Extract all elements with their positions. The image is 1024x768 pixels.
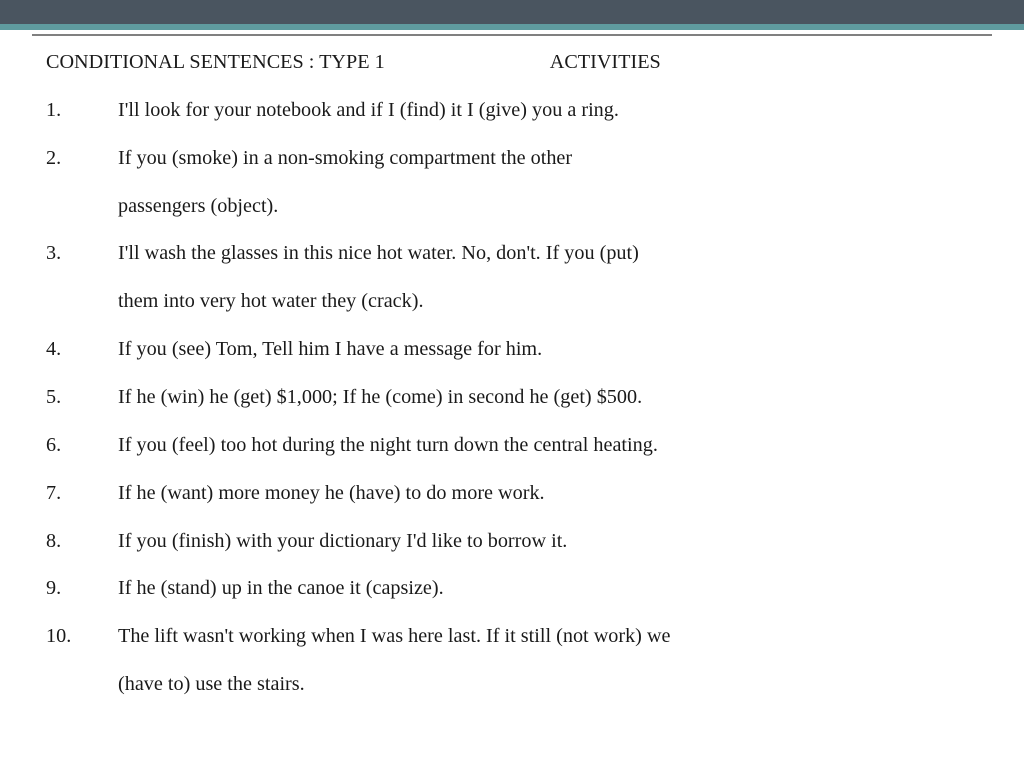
page-title: CONDITIONAL SENTENCES : TYPE 1: [46, 50, 385, 76]
item-text: If you (smoke) in a non-smoking compartm…: [118, 146, 978, 242]
item-text: The lift wasn't working when I was here …: [118, 624, 978, 720]
list-item: 10. The lift wasn't working when I was h…: [46, 624, 978, 720]
list-item: 4. If you (see) Tom, Tell him I have a m…: [46, 337, 978, 385]
item-number: 4.: [46, 337, 118, 363]
item-number: 9.: [46, 576, 118, 602]
item-line: If he (stand) up in the canoe it (capsiz…: [118, 576, 978, 602]
item-line: If you (see) Tom, Tell him I have a mess…: [118, 337, 978, 363]
item-line: If you (finish) with your dictionary I'd…: [118, 529, 978, 555]
item-line: them into very hot water they (crack).: [118, 289, 978, 315]
item-number: 7.: [46, 481, 118, 507]
item-number: 5.: [46, 385, 118, 411]
item-text: I'll look for your notebook and if I (fi…: [118, 98, 978, 146]
item-text: If you (finish) with your dictionary I'd…: [118, 529, 978, 577]
item-number: 3.: [46, 241, 118, 315]
item-text: If you (see) Tom, Tell him I have a mess…: [118, 337, 978, 385]
item-number: 10.: [46, 624, 118, 698]
item-line: The lift wasn't working when I was here …: [118, 624, 978, 650]
content-area: CONDITIONAL SENTENCES : TYPE 1 ACTIVITIE…: [0, 36, 1024, 720]
accent-stripe: [0, 24, 1024, 30]
item-line: If you (feel) too hot during the night t…: [118, 433, 978, 459]
item-number: 6.: [46, 433, 118, 459]
item-line: (have to) use the stairs.: [118, 672, 978, 698]
list-item: 7. If he (want) more money he (have) to …: [46, 481, 978, 529]
item-line: I'll look for your notebook and if I (fi…: [118, 98, 978, 124]
item-line: If he (win) he (get) $1,000; If he (come…: [118, 385, 978, 411]
list-item: 8. If you (finish) with your dictionary …: [46, 529, 978, 577]
slide: CONDITIONAL SENTENCES : TYPE 1 ACTIVITIE…: [0, 0, 1024, 768]
list-item: 2. If you (smoke) in a non-smoking compa…: [46, 146, 978, 242]
item-number: 2.: [46, 146, 118, 220]
item-text: If you (feel) too hot during the night t…: [118, 433, 978, 481]
item-text: If he (win) he (get) $1,000; If he (come…: [118, 385, 978, 433]
item-number: 8.: [46, 529, 118, 555]
list-item: 9. If he (stand) up in the canoe it (cap…: [46, 576, 978, 624]
item-number: 1.: [46, 98, 118, 124]
top-bar: [0, 0, 1024, 24]
list-item: 6. If you (feel) too hot during the nigh…: [46, 433, 978, 481]
item-line: If he (want) more money he (have) to do …: [118, 481, 978, 507]
item-line: passengers (object).: [118, 194, 978, 220]
item-text: If he (want) more money he (have) to do …: [118, 481, 978, 529]
list-item: 1. I'll look for your notebook and if I …: [46, 98, 978, 146]
item-line: If you (smoke) in a non-smoking compartm…: [118, 146, 978, 172]
activities-label: ACTIVITIES: [550, 50, 661, 76]
list-item: 3. I'll wash the glasses in this nice ho…: [46, 241, 978, 337]
heading-row: CONDITIONAL SENTENCES : TYPE 1 ACTIVITIE…: [46, 50, 978, 76]
item-text: I'll wash the glasses in this nice hot w…: [118, 241, 978, 337]
item-text: If he (stand) up in the canoe it (capsiz…: [118, 576, 978, 624]
list-item: 5. If he (win) he (get) $1,000; If he (c…: [46, 385, 978, 433]
item-line: I'll wash the glasses in this nice hot w…: [118, 241, 978, 267]
